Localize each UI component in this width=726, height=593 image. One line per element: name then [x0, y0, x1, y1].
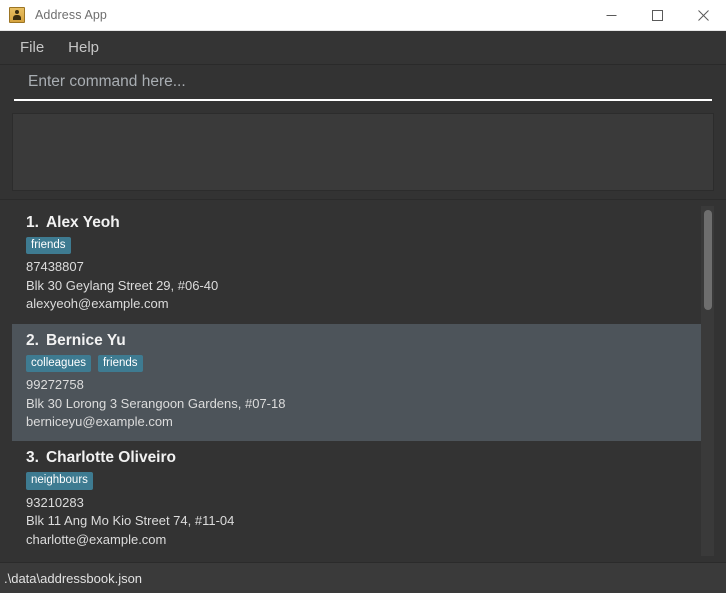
menu-item-file[interactable]: File — [8, 35, 56, 60]
command-input-underline — [14, 99, 712, 101]
person-phone: 99272758 — [26, 377, 84, 393]
address-book-icon — [9, 7, 25, 23]
menu-bar: File Help — [0, 31, 726, 65]
person-email: charlotte@example.com — [26, 531, 167, 547]
person-index: 3. — [26, 449, 39, 467]
application-window: Address App File Help Enter command here… — [0, 0, 726, 593]
menu-item-help[interactable]: Help — [56, 35, 111, 60]
minimize-button[interactable] — [588, 0, 634, 31]
result-display — [12, 113, 714, 191]
window-controls — [588, 0, 726, 31]
person-tag: friends — [26, 237, 71, 255]
person-name: Alex Yeoh — [45, 214, 120, 231]
person-tags: neighbours — [26, 472, 701, 490]
person-list[interactable]: 1. Alex Yeoh friends 87438807 Blk 30 Geyl… — [12, 206, 701, 556]
person-tag: neighbours — [26, 472, 93, 490]
result-display-area — [0, 107, 726, 199]
person-email: alexyeoh@example.com — [26, 296, 169, 312]
person-tags: friends — [26, 237, 701, 255]
person-tags: colleagues friends — [26, 354, 701, 373]
person-phone: 93210283 — [26, 494, 84, 510]
person-name: Bernice Yu — [45, 331, 126, 349]
person-title: 1. Alex Yeoh — [26, 214, 701, 232]
person-title: 3. Charlotte Oliveiro — [26, 449, 701, 467]
person-list-scrollbar[interactable] — [701, 206, 714, 556]
person-list-scrollbar-thumb[interactable] — [704, 210, 712, 310]
person-name: Charlotte Oliveiro — [45, 449, 176, 467]
title-bar: Address App — [0, 0, 726, 31]
close-button[interactable] — [680, 0, 726, 31]
person-index: 2. — [26, 331, 39, 349]
person-title: 2. Bernice Yu — [26, 332, 701, 350]
maximize-button[interactable] — [634, 0, 680, 31]
person-card[interactable]: 3. Charlotte Oliveiro neighbours 93210283… — [12, 441, 701, 556]
person-address: Blk 30 Geylang Street 29, #06-40 — [26, 277, 219, 293]
person-tag: colleagues — [26, 354, 91, 373]
person-email: berniceyu@example.com — [26, 414, 173, 430]
person-tag: friends — [97, 354, 143, 373]
status-bar-file-path: .\data\addressbook.json — [4, 570, 143, 586]
window-title: Address App — [35, 8, 107, 22]
person-index: 1. — [26, 214, 39, 231]
person-list-viewport: 1. Alex Yeoh friends 87438807 Blk 30 Geyl… — [12, 206, 714, 556]
person-list-panel: 1. Alex Yeoh friends 87438807 Blk 30 Geyl… — [0, 199, 726, 562]
person-address: Blk 11 Ang Mo Kio Street 74, #11-04 — [26, 513, 235, 529]
status-bar: .\data\addressbook.json — [0, 562, 726, 593]
person-phone: 87438807 — [26, 259, 84, 275]
command-box — [0, 65, 726, 107]
person-card[interactable]: 1. Alex Yeoh friends 87438807 Blk 30 Geyl… — [12, 206, 701, 324]
person-card[interactable]: 2. Bernice Yu colleagues friends 99272758… — [12, 323, 701, 442]
person-address: Blk 30 Lorong 3 Serangoon Gardens, #07-1… — [26, 395, 286, 411]
command-input[interactable] — [14, 73, 712, 99]
